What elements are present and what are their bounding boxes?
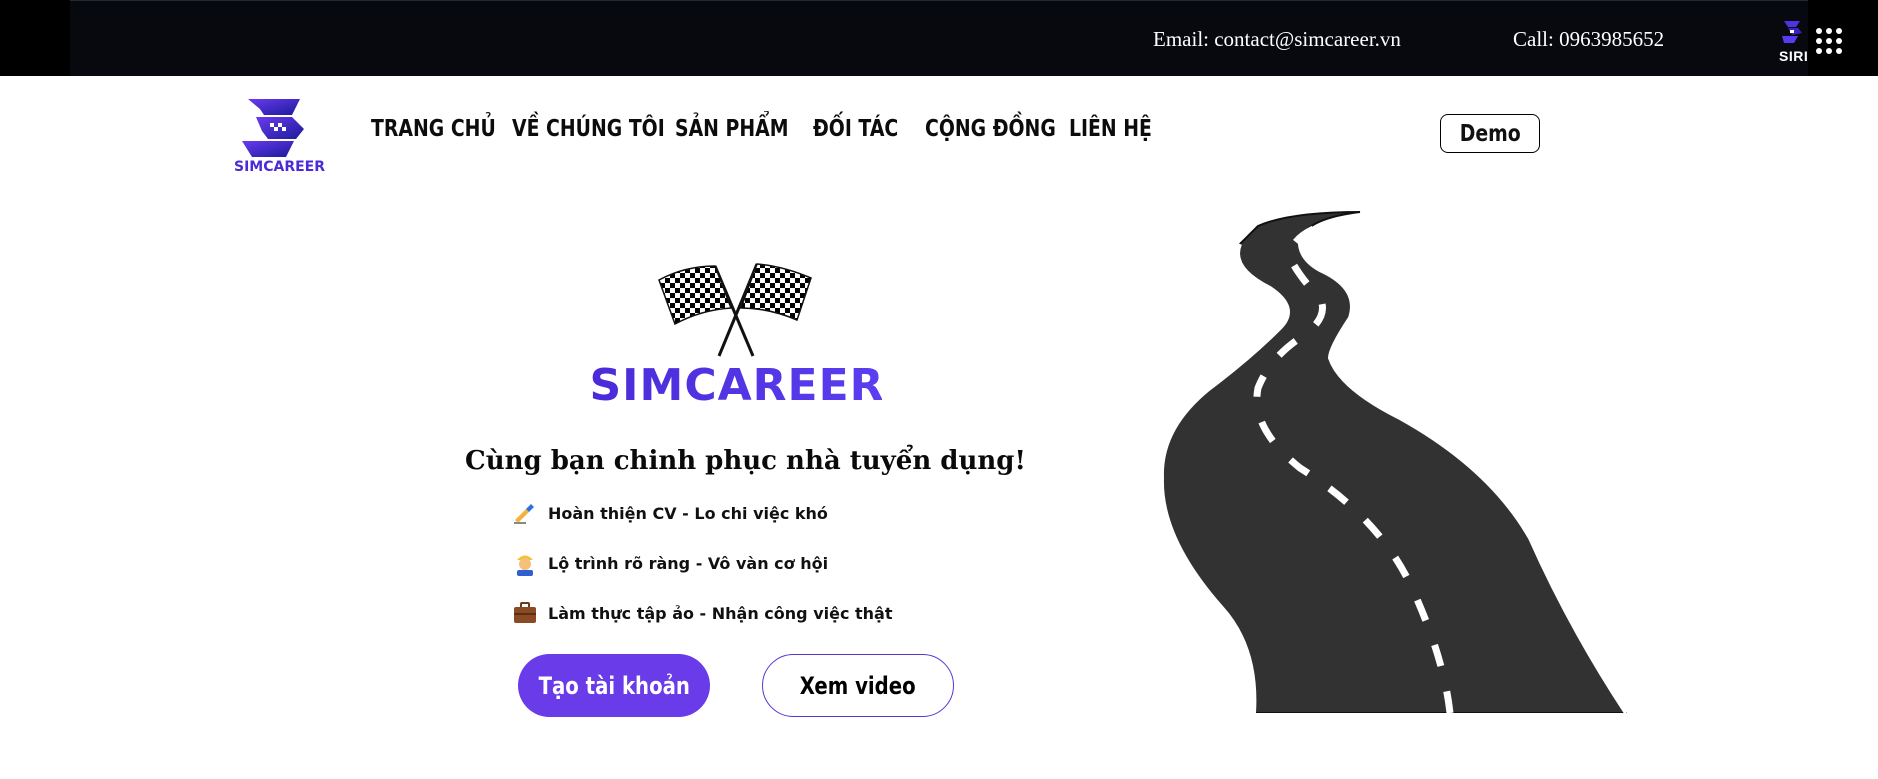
nav-item-community[interactable]: CỘNG ĐỒNG (925, 116, 1056, 142)
feature-item: Hoàn thiện CV - Lo chi việc khó (512, 500, 828, 526)
writing-hand-icon (512, 500, 538, 526)
winding-road-illustration (1159, 211, 1628, 713)
briefcase-icon (512, 600, 538, 626)
checkered-flags-icon (658, 263, 812, 357)
create-account-label: Tạo tài khoản (538, 671, 690, 700)
siri-logo-text: SIRI (1779, 48, 1809, 64)
feature-item: Lộ trình rõ ràng - Vô vàn cơ hội (512, 550, 828, 576)
hero-brand-text: SIMCAREER (592, 360, 882, 410)
contact-phone[interactable]: Call: 0963985652 (1513, 27, 1664, 52)
nav-item-products[interactable]: SẢN PHẨM (675, 116, 789, 142)
hero-brand-logo: SIMCAREER (592, 360, 882, 410)
top-bar: Email: contact@simcareer.vn Call: 096398… (0, 0, 1878, 76)
top-bar-inner: Email: contact@simcareer.vn Call: 096398… (70, 0, 1842, 76)
apps-grid-icon[interactable] (1816, 28, 1842, 54)
watch-video-label: Xem video (800, 671, 916, 700)
demo-button-label: Demo (1459, 120, 1521, 147)
nav-item-about[interactable]: VỀ CHÚNG TÔI (512, 116, 665, 142)
hero-headline: Cùng bạn chinh phục nhà tuyển dụng! (465, 446, 1026, 476)
feature-text: Làm thực tập ảo - Nhận công việc thật (548, 603, 893, 623)
nav-item-partners[interactable]: ĐỐI TÁC (813, 116, 898, 142)
construction-worker-icon (512, 550, 538, 576)
demo-button[interactable]: Demo (1440, 114, 1540, 153)
nav-item-home[interactable]: TRANG CHỦ (371, 116, 496, 142)
feature-text: Hoàn thiện CV - Lo chi việc khó (548, 503, 828, 523)
watch-video-button[interactable]: Xem video (762, 654, 954, 717)
feature-text: Lộ trình rõ ràng - Vô vàn cơ hội (548, 553, 829, 573)
brand-name: SIMCAREER (234, 159, 326, 175)
contact-email[interactable]: Email: contact@simcareer.vn (1153, 27, 1401, 52)
create-account-button[interactable]: Tạo tài khoản (518, 654, 710, 717)
nav-item-contact[interactable]: LIÊN HỆ (1069, 116, 1152, 142)
feature-item: Làm thực tập ảo - Nhận công việc thật (512, 600, 893, 626)
